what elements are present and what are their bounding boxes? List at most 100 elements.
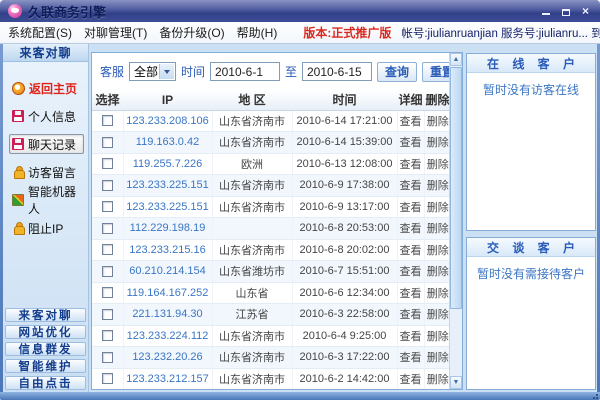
delete-link[interactable]: 删除 [427,374,449,386]
region-cell: 山东省济南市 [212,132,292,154]
delete-link[interactable]: 删除 [427,331,449,343]
search-button[interactable]: 查询 [377,62,417,82]
menu-bar: 系统配置(S) 对聊管理(T) 备份升级(O) 帮助(H) 版本:正式推广版 帐… [0,22,600,44]
vertical-scrollbar[interactable]: ▲ ▼ [449,53,462,389]
sidebar-item-label: 聊天记录 [28,136,76,153]
title-bar: 久联商务引擎 × [0,0,600,22]
delete-link[interactable]: 删除 [427,352,449,364]
nav-site-optimize[interactable]: 网站优化 [5,325,86,339]
table-row: 123.233.225.151山东省济南市2010-6-9 17:38:00查看… [92,175,449,197]
menu-chat-manage[interactable]: 对聊管理(T) [84,24,147,41]
delete-link[interactable]: 删除 [427,266,449,278]
view-link[interactable]: 查看 [400,223,422,235]
sidebar-item-smart-robot[interactable]: 智能机器人 [9,190,84,210]
sidebar-item-label: 返回主页 [29,80,77,97]
minimize-button[interactable] [539,5,552,17]
agent-select[interactable]: 全部 [129,62,176,81]
nav-message-broadcast[interactable]: 信息群发 [5,342,86,356]
sidebar-item-block-ip[interactable]: 阻止IP [9,218,84,238]
nav-free-click[interactable]: 自由点击 [5,376,86,390]
ip-link[interactable]: 221.131.94.30 [132,308,202,320]
ip-link[interactable]: 123.233.225.151 [126,179,209,191]
view-link[interactable]: 查看 [400,159,422,171]
window-body: 来客对聊 返回主页 个人信息 聊天记录 访客留言 [3,44,597,392]
sidebar-item-visitor-messages[interactable]: 访客留言 [9,162,84,182]
delete-link[interactable]: 删除 [427,180,449,192]
scroll-down-icon[interactable]: ▼ [450,376,462,389]
delete-link[interactable]: 删除 [427,137,449,149]
ip-link[interactable]: 119.164.167.252 [127,287,209,299]
view-link[interactable]: 查看 [400,266,422,278]
date-to-input[interactable] [302,62,372,81]
time-cell: 2010-6-14 17:21:00 [292,110,397,132]
chevron-down-icon[interactable] [159,64,174,79]
ip-link[interactable]: 112.229.198.19 [130,222,206,234]
view-link[interactable]: 查看 [400,116,422,128]
row-checkbox[interactable] [102,223,113,234]
view-link[interactable]: 查看 [400,202,422,214]
header-ip: IP [123,90,212,110]
view-link[interactable]: 查看 [400,374,422,386]
view-link[interactable]: 查看 [400,309,422,321]
row-checkbox[interactable] [102,330,113,341]
sidebar-item-profile[interactable]: 个人信息 [9,106,84,126]
close-button[interactable]: × [579,5,592,17]
row-checkbox[interactable] [102,309,113,320]
nav-visitor-chat[interactable]: 来客对聊 [5,308,86,322]
time-cell: 2010-6-8 20:02:00 [292,239,397,261]
ip-link[interactable]: 123.233.208.106 [126,115,209,127]
row-checkbox[interactable] [102,266,113,277]
ip-link[interactable]: 123.233.215.16 [129,244,205,256]
ip-link[interactable]: 123.233.212.157 [126,373,209,385]
view-link[interactable]: 查看 [400,352,422,364]
delete-link[interactable]: 删除 [427,245,449,257]
delete-link[interactable]: 删除 [427,116,449,128]
date-from-input[interactable] [210,62,280,81]
sidebar-item-return-home[interactable]: 返回主页 [9,78,84,98]
ip-link[interactable]: 119.255.7.226 [133,158,203,170]
row-checkbox[interactable] [102,244,113,255]
menu-backup-upgrade[interactable]: 备份升级(O) [159,24,224,41]
scroll-up-icon[interactable]: ▲ [450,53,462,66]
ip-link[interactable]: 123.233.225.151 [126,201,209,213]
delete-link[interactable]: 删除 [427,288,449,300]
row-checkbox[interactable] [102,115,113,126]
main-panel: 客服 全部 时间 至 查询 重置 选择 IP [91,52,463,390]
nav-smart-maintain[interactable]: 智能维护 [5,359,86,373]
delete-link[interactable]: 删除 [427,159,449,171]
time-cell: 2010-6-7 15:51:00 [292,261,397,283]
delete-link[interactable]: 删除 [427,309,449,321]
ip-link[interactable]: 123.233.224.112 [127,330,209,342]
delete-link[interactable]: 删除 [427,223,449,235]
row-checkbox[interactable] [102,137,113,148]
table-row: 123.233.225.151山东省济南市2010-6-9 13:17:00查看… [92,196,449,218]
sidebar-bottom-nav: 来客对聊 网站优化 信息群发 智能维护 自由点击 [3,305,88,390]
version-label: 版本:正式推广版 [303,24,391,41]
view-link[interactable]: 查看 [400,245,422,257]
row-checkbox[interactable] [102,287,113,298]
menu-system-config[interactable]: 系统配置(S) [8,24,72,41]
ip-link[interactable]: 123.232.20.26 [132,351,202,363]
view-link[interactable]: 查看 [400,137,422,149]
row-checkbox[interactable] [102,373,113,384]
sidebar-item-chat-history[interactable]: 聊天记录 [9,134,84,154]
view-link[interactable]: 查看 [400,288,422,300]
row-checkbox[interactable] [102,158,113,169]
row-checkbox[interactable] [102,180,113,191]
ip-link[interactable]: 119.163.0.42 [136,136,199,148]
header-time: 时间 [292,90,397,110]
robot-icon [12,194,24,206]
maximize-button[interactable] [559,5,572,17]
ip-link[interactable]: 60.210.214.154 [129,265,205,277]
scrollbar-thumb[interactable] [450,67,462,309]
agent-label: 客服 [100,63,124,80]
delete-link[interactable]: 删除 [427,202,449,214]
view-link[interactable]: 查看 [400,331,422,343]
region-cell: 欧洲 [212,153,292,175]
row-checkbox[interactable] [102,352,113,363]
resize-grip[interactable] [590,392,598,399]
view-link[interactable]: 查看 [400,180,422,192]
row-checkbox[interactable] [102,201,113,212]
menu-help[interactable]: 帮助(H) [237,24,278,41]
time-cell: 2010-6-2 14:42:00 [292,368,397,389]
